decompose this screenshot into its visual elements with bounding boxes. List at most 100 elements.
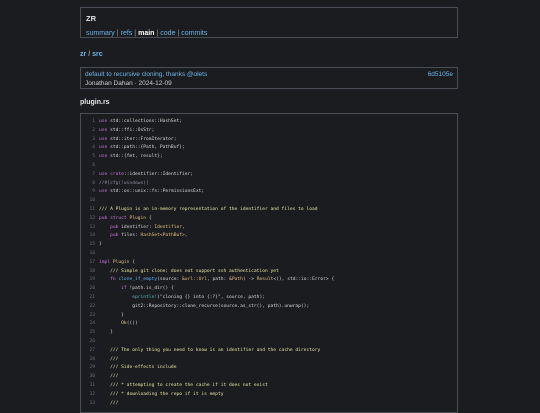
line-number[interactable]: 19 — [81, 276, 95, 285]
line-number[interactable]: 14 — [81, 232, 95, 241]
code-line: 15} — [81, 241, 457, 250]
line-number[interactable]: 27 — [81, 347, 95, 356]
line-number[interactable]: 10 — [81, 197, 95, 206]
line-number[interactable]: 20 — [81, 285, 95, 294]
code-token: /// * attempting to create the cache if … — [110, 382, 268, 388]
commit-meta-separator: · — [134, 80, 137, 87]
breadcrumb-dir[interactable]: src — [92, 51, 103, 58]
code-line: 17 impl Plugin { — [81, 259, 457, 268]
file-title: plugin.rs — [80, 99, 110, 106]
line-number[interactable]: 28 — [81, 356, 95, 365]
latest-commit: default to recursive cloning, thanks @ol… — [80, 67, 458, 89]
code-line: 19 fn clone_if_empty(source: &url::Url, … — [81, 276, 457, 285]
code-token: files: — [121, 233, 141, 239]
line-number[interactable]: 30 — [81, 373, 95, 382]
code-token: /// Side-effects include — [110, 365, 177, 371]
code-token: /// Simple git clone; does not support s… — [110, 268, 279, 274]
code-token: , — [182, 224, 185, 230]
line-number[interactable]: 24 — [81, 320, 95, 329]
code-line: 7 use crate::identifier::Identifier; — [81, 171, 457, 180]
nav-link-summary[interactable]: summary — [86, 30, 115, 37]
code-token: std::ffi::OsStr; — [110, 127, 155, 133]
line-number[interactable]: 32 — [81, 391, 95, 400]
line-number[interactable]: 7 — [81, 171, 95, 180]
code-token: use — [99, 119, 111, 124]
line-number[interactable]: 11 — [81, 206, 95, 215]
code-token: use — [99, 171, 111, 177]
code-token: /// A Plugin is an in-memory representat… — [99, 206, 318, 212]
line-number[interactable]: 25 — [81, 329, 95, 338]
nav-link-main[interactable]: main — [138, 30, 154, 37]
line-number[interactable]: 6 — [81, 162, 95, 171]
line-number[interactable]: 13 — [81, 224, 95, 233]
line-number[interactable]: 31 — [81, 382, 95, 391]
line-number[interactable]: 23 — [81, 312, 95, 321]
code-token: eprintln! — [132, 294, 158, 300]
code-line: 11 /// A Plugin is an in-memory represent… — [81, 206, 457, 215]
line-number[interactable]: 8 — [81, 180, 95, 189]
code-line: 30 /// — [81, 373, 457, 382]
line-number[interactable]: 5 — [81, 153, 95, 162]
commit-hash[interactable]: 6d5105e — [428, 70, 453, 79]
code-token: } — [99, 312, 124, 318]
code-token: git2::Repository::clone_recurse(source.a… — [132, 303, 310, 309]
line-number[interactable]: 29 — [81, 364, 95, 373]
line-number[interactable]: 16 — [81, 250, 95, 259]
line-number[interactable]: 15 — [81, 241, 95, 250]
code-line: 14 pub files: HashSet<PathBuf>, — [81, 232, 457, 241]
code-token: { — [146, 215, 152, 221]
code-line: 13 pub identifier: Identifier, — [81, 224, 457, 233]
code-token: crate — [110, 171, 124, 177]
code-token: Identifier — [154, 224, 183, 230]
commit-message[interactable]: default to recursive cloning, thanks @ol… — [85, 70, 453, 79]
code-token: std::iter::FromIterator; — [110, 136, 177, 142]
page-container: ZR summary | refs | main | code | commits zr / s… — [80, 7, 458, 413]
nav-link-code[interactable]: code — [160, 30, 175, 37]
line-number[interactable]: 3 — [81, 136, 95, 145]
code-token: use — [99, 154, 111, 160]
code-token: /// * downloading the repo if it is empt… — [110, 391, 224, 397]
code-token: /// The only thing you need to know is a… — [110, 347, 321, 353]
line-number[interactable]: 9 — [81, 188, 95, 197]
nav-link-refs[interactable]: refs — [121, 30, 133, 37]
code-token: , path: — [206, 277, 230, 283]
nav-link-commits[interactable]: commits — [181, 30, 207, 37]
code-token: } — [99, 330, 113, 336]
line-number[interactable]: 33 — [81, 400, 95, 409]
code-token: &url::Url — [182, 277, 207, 283]
code-token: use — [99, 127, 111, 133]
breadcrumb-root[interactable]: zr — [80, 51, 86, 58]
code-token: , — [184, 233, 188, 239]
line-number[interactable]: 12 — [81, 215, 95, 224]
line-number[interactable]: 22 — [81, 303, 95, 312]
repo-name[interactable]: ZR — [86, 13, 452, 24]
code-token: Plugin — [129, 215, 147, 221]
line-number[interactable]: 26 — [81, 338, 95, 347]
line-number[interactable]: 4 — [81, 144, 95, 153]
code-line: 12 pub struct Plugin { — [81, 215, 457, 224]
code-line: 3 use std::iter::FromIterator; — [81, 136, 457, 145]
code-token: use — [99, 136, 111, 142]
line-number[interactable]: 1 — [81, 118, 95, 127]
code-token: ) -> — [242, 277, 257, 283]
line-number[interactable]: 17 — [81, 259, 95, 268]
line-number[interactable]: 18 — [81, 268, 95, 277]
code-token: use — [99, 189, 111, 195]
code-line: 26 — [81, 338, 457, 347]
code-token: ::identifier::Identifier; — [123, 171, 194, 177]
code-line: 25 } — [81, 329, 457, 338]
code-line: 2 use std::ffi::OsStr; — [81, 127, 457, 136]
code-token: pub — [110, 233, 122, 239]
code-line: 28 /// — [81, 356, 457, 365]
code-token: /// — [110, 374, 119, 380]
code-view: 1 use std::collections::HashSet; 2 use std:… — [80, 113, 458, 413]
line-number[interactable]: 21 — [81, 294, 95, 303]
code-token: impl — [99, 259, 113, 265]
line-number[interactable]: 2 — [81, 127, 95, 136]
